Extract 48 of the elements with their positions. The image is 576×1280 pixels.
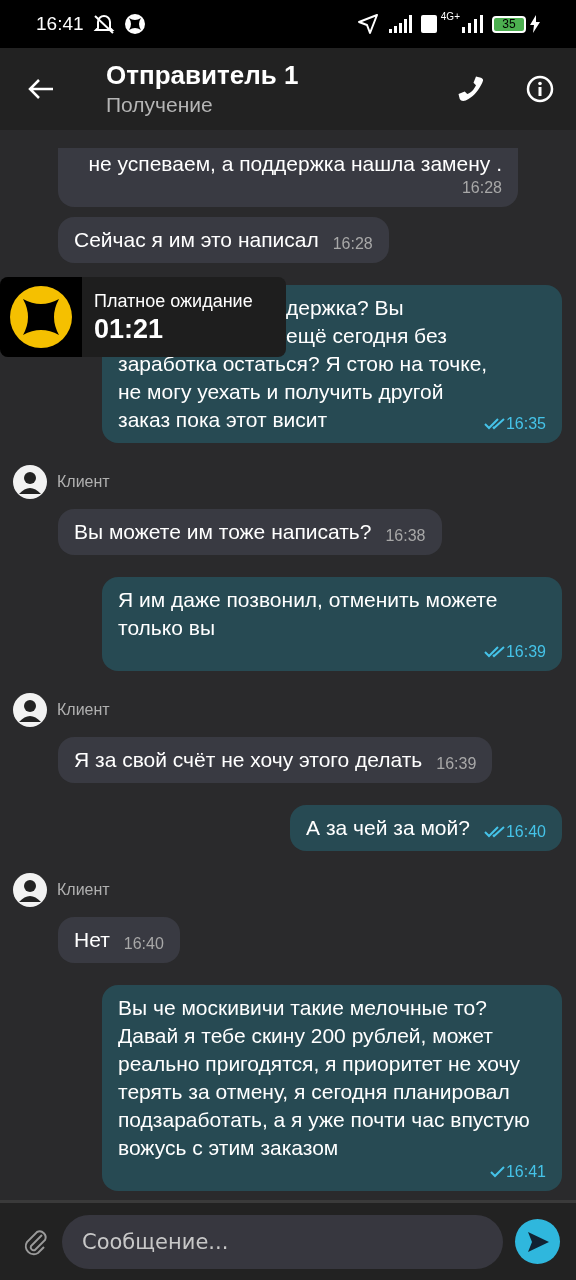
avatar-icon [13,465,47,499]
waiting-label: Платное ожидание [94,290,253,313]
message-text: заказ пока этот висит [118,407,328,433]
message-time: 16:39 [436,754,477,774]
sender-name: Клиент [57,880,110,900]
message-time: 16:28 [461,178,502,198]
message-text: ещё сегодня без [286,323,447,349]
network-type: 4G+ [440,12,460,22]
back-arrow-icon[interactable] [27,77,55,101]
message-text: А за чей за мой? [306,815,470,841]
message-text: Вы че москивичи такие мелочные то? Давай я тебе скину 200 рублей, может реально пригодятся, я приоритет не хочу терять за отмену, я сегодня планировал подзаработать, а я уже почти час впустую вожусь с этим заказом [118,995,531,1161]
phone-icon[interactable] [456,74,486,104]
message-text: Вы можете им тоже написать? [74,519,372,545]
location-icon [356,13,379,35]
message-time: 16:35 [505,414,546,434]
message-input[interactable]: Сообщение... [62,1214,503,1269]
sender-name: Клиент [57,700,110,720]
message-text: держка? Вы [286,295,404,321]
message-text: Сейчас я им это написал [74,227,319,253]
message-text: не успеваем, а поддержка нашла замену . [88,151,502,177]
app-logo-icon [123,13,146,35]
message-time: 16:28 [332,234,373,254]
message-time: 16:40 [123,934,164,954]
message-time: 16:39 [505,642,546,662]
chat-title: Отправитель 1 [106,59,300,91]
charging-icon [530,15,540,33]
sender-name: Клиент [57,472,110,492]
chat-subtitle: Получение [106,92,214,118]
signal-icon [462,15,484,33]
message-text: не могу уехать и получить другой [118,379,444,405]
status-time: 16:41 [36,11,84,36]
message-text: заработка остаться? Я стою на точке, [118,351,488,377]
waiting-timer: 01:21 [94,313,165,345]
avatar-icon [13,873,47,907]
message-time: 16:40 [505,822,546,842]
send-icon [525,1230,550,1253]
info-icon[interactable] [526,75,554,103]
muted-bell-icon [91,13,116,35]
message-time: 16:41 [505,1162,546,1182]
signal-icon [388,15,415,33]
message-text: Я им даже позвонил, отменить можете только вы [118,587,499,641]
logo-icon [9,285,73,349]
avatar-icon [13,693,47,727]
send-button[interactable] [515,1219,560,1264]
message-text: Я за свой счёт не хочу этого делать [74,747,423,773]
message-time: 16:38 [385,526,426,546]
message-text: Нет [74,927,110,953]
battery-indicator: 35 [492,15,526,33]
